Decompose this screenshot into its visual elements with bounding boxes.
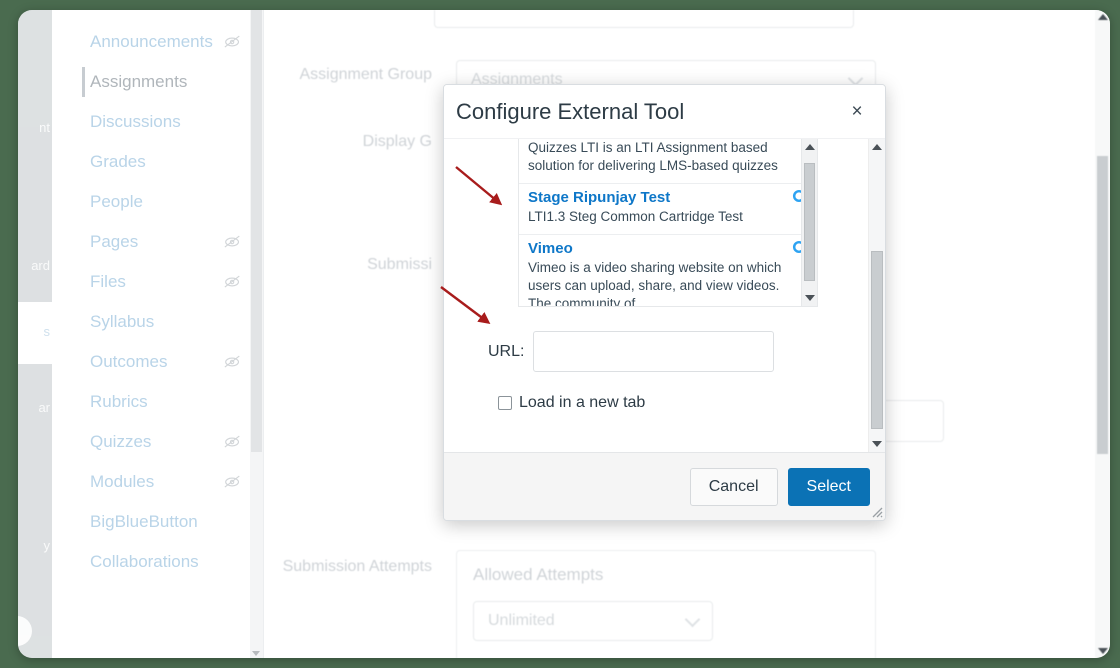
list-item[interactable]: Stage Ripunjay Test LTI1.3 Steg Common C… xyxy=(519,184,817,235)
tool-description: Quizzes LTI is an LTI Assignment based s… xyxy=(528,140,778,173)
eye-slash-icon xyxy=(224,275,241,289)
eye-slash-icon xyxy=(224,235,241,249)
global-nav-item[interactable]: ard xyxy=(18,258,52,273)
load-new-tab-checkbox[interactable] xyxy=(498,396,512,410)
assignment-group-label: Assignment Group xyxy=(299,66,432,83)
page-scrollbar-thumb[interactable] xyxy=(1097,156,1108,454)
sidebar-item-collaborations[interactable]: Collaborations xyxy=(52,542,263,582)
external-tool-list[interactable]: Quizzes LTI is an LTI Assignment based s… xyxy=(518,139,818,307)
configure-external-tool-dialog: Configure External Tool × Quizzes LTI is… xyxy=(443,84,886,521)
allowed-attempts-legend: Allowed Attempts xyxy=(473,565,604,584)
sidebar-item-bigbluebutton[interactable]: BigBlueButton xyxy=(52,502,263,542)
tool-description: LTI1.3 Steg Common Cartridge Test xyxy=(528,209,743,224)
list-item[interactable]: Quizzes LTI is an LTI Assignment based s… xyxy=(519,139,817,184)
sidebar-item-label: Pages xyxy=(90,232,139,251)
tool-description: Vimeo is a video sharing website on whic… xyxy=(528,260,782,307)
dialog-body: Quizzes LTI is an LTI Assignment based s… xyxy=(444,139,885,452)
display-grade-label: Display G xyxy=(362,133,432,150)
cancel-button[interactable]: Cancel xyxy=(689,467,778,506)
global-nav-item[interactable]: nt xyxy=(18,120,52,135)
url-input[interactable] xyxy=(533,331,775,372)
user-avatar[interactable] xyxy=(18,616,32,646)
sidebar-item-label: Discussions xyxy=(90,112,181,131)
sidebar-scrollbar-thumb[interactable] xyxy=(251,10,262,452)
sidebar-item-label: Syllabus xyxy=(90,312,155,331)
sidebar-item-label: Assignments xyxy=(90,72,188,91)
allowed-attempts-select[interactable]: Unlimited xyxy=(473,601,713,641)
sidebar-item-syllabus[interactable]: Syllabus xyxy=(52,302,263,342)
sidebar-item-label: Collaborations xyxy=(90,552,199,571)
course-navigation-sidebar: Home Announcements Assignments Discussio… xyxy=(52,10,264,658)
sidebar-item-label: Quizzes xyxy=(90,432,152,451)
dialog-footer: Cancel Select xyxy=(444,452,885,520)
sidebar-item-label: Files xyxy=(90,272,126,291)
submission-type-label: Submissi xyxy=(367,256,432,273)
sidebar-item-label: Modules xyxy=(90,472,155,491)
chevron-down-icon[interactable] xyxy=(872,441,882,447)
chevron-down-icon[interactable] xyxy=(805,295,815,301)
url-label: URL: xyxy=(488,342,525,360)
resize-handle-icon[interactable] xyxy=(870,505,883,518)
sidebar-scrollbar[interactable] xyxy=(250,10,263,658)
chevron-down-icon[interactable] xyxy=(1098,648,1108,654)
global-navigation-sidebar: nt ard s ar y xyxy=(18,10,52,658)
sidebar-item-label: Outcomes xyxy=(90,352,168,371)
eye-slash-icon xyxy=(224,35,241,49)
sidebar-item-grades[interactable]: Grades xyxy=(52,142,263,182)
global-nav-item[interactable]: ar xyxy=(18,400,52,415)
background-field-top[interactable] xyxy=(434,10,854,28)
sidebar-item-pages[interactable]: Pages xyxy=(52,222,263,262)
global-nav-item[interactable]: y xyxy=(18,538,52,553)
url-field-row: URL: xyxy=(460,331,852,372)
tool-name[interactable]: Vimeo xyxy=(528,238,787,259)
sidebar-item-label: Grades xyxy=(90,152,146,171)
chevron-down-icon[interactable] xyxy=(252,651,260,656)
sidebar-item-modules[interactable]: Modules xyxy=(52,462,263,502)
sidebar-item-label: Announcements xyxy=(90,32,213,51)
submission-attempts-label: Submission Attempts xyxy=(282,558,432,575)
close-icon[interactable]: × xyxy=(843,98,871,126)
eye-slash-icon xyxy=(224,435,241,449)
browser-page-frame: nt ard s ar y Home Announcements Assignm… xyxy=(18,10,1110,658)
global-nav-item-active[interactable]: s xyxy=(18,302,52,364)
page-scrollbar[interactable] xyxy=(1095,10,1110,658)
sidebar-item-label: Rubrics xyxy=(90,392,148,411)
chevron-up-icon[interactable] xyxy=(805,144,815,150)
load-new-tab-label[interactable]: Load in a new tab xyxy=(519,394,645,412)
sidebar-item-label: Home xyxy=(90,10,241,12)
sidebar-item-label: BigBlueButton xyxy=(90,512,198,531)
sidebar-item-people[interactable]: People xyxy=(52,182,263,222)
global-nav-item-label: s xyxy=(43,324,51,339)
sidebar-item-discussions[interactable]: Discussions xyxy=(52,102,263,142)
tool-name[interactable]: Stage Ripunjay Test xyxy=(528,187,787,208)
eye-slash-icon xyxy=(224,355,241,369)
load-in-new-tab-row: Load in a new tab xyxy=(460,394,852,412)
dialog-body-scrollbar[interactable] xyxy=(868,139,885,452)
chevron-up-icon[interactable] xyxy=(1098,14,1108,20)
sidebar-item-label: People xyxy=(90,192,143,211)
sidebar-item-quizzes[interactable]: Quizzes xyxy=(52,422,263,462)
eye-slash-icon xyxy=(224,475,241,489)
dialog-header: Configure External Tool × xyxy=(444,85,885,139)
tool-list-scrollbar-thumb[interactable] xyxy=(804,163,815,281)
tool-list-scrollbar[interactable] xyxy=(801,139,817,306)
submission-attempts-panel: Allowed Attempts Unlimited xyxy=(456,550,876,658)
sidebar-item-home[interactable]: Home xyxy=(52,10,263,22)
dialog-title: Configure External Tool xyxy=(456,98,685,124)
sidebar-item-announcements[interactable]: Announcements xyxy=(52,22,263,62)
sidebar-item-rubrics[interactable]: Rubrics xyxy=(52,382,263,422)
sidebar-item-assignments[interactable]: Assignments xyxy=(52,62,263,102)
list-item[interactable]: Vimeo Vimeo is a video sharing website o… xyxy=(519,235,817,307)
sidebar-item-files[interactable]: Files xyxy=(52,262,263,302)
chevron-up-icon[interactable] xyxy=(872,144,882,150)
allowed-attempts-value: Unlimited xyxy=(488,612,555,629)
select-button[interactable]: Select xyxy=(787,467,870,506)
sidebar-item-outcomes[interactable]: Outcomes xyxy=(52,342,263,382)
dialog-body-scrollbar-thumb[interactable] xyxy=(871,251,883,429)
chevron-down-icon xyxy=(684,611,701,628)
